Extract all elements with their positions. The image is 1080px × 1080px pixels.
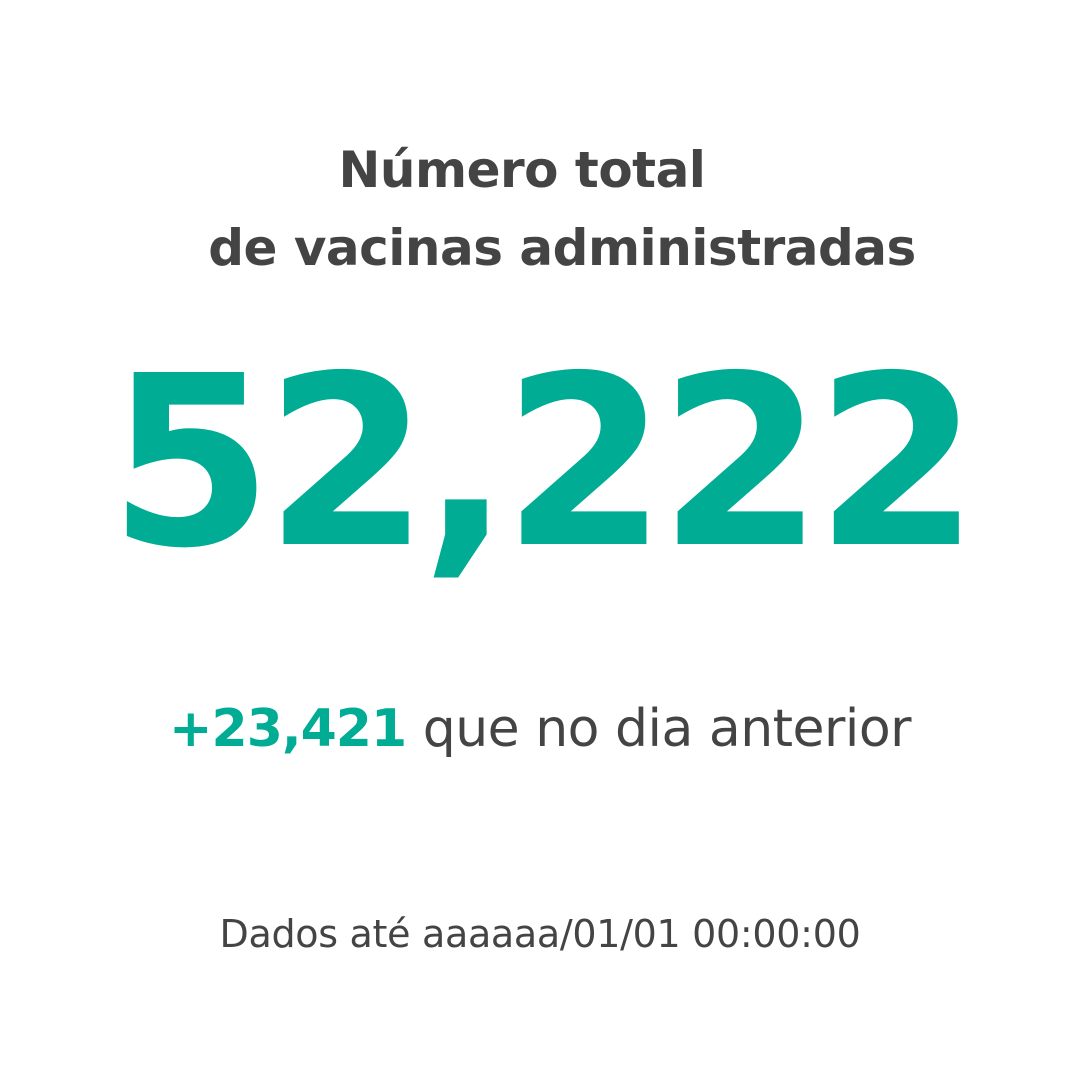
- daily-change-label: que no dia anterior: [422, 699, 912, 759]
- daily-change: +23,421 que no dia anterior: [0, 703, 1080, 755]
- title-line-2: de vacinas administradas: [208, 219, 916, 277]
- title-line-1: Número total: [338, 141, 706, 199]
- daily-change-value: +23,421: [168, 699, 407, 759]
- total-vaccines-value: 52,222: [108, 325, 980, 600]
- data-timestamp: Dados até aaaaaa/01/01 00:00:00: [219, 912, 861, 956]
